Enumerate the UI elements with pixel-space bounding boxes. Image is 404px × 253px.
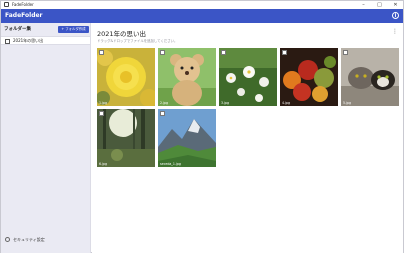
title-bar: FadeFolder – □ ✕ — [1, 1, 403, 9]
image-tile[interactable]: 3.jpg — [219, 48, 277, 106]
image-tile[interactable]: 4.jpg — [280, 48, 338, 106]
security-settings-label: セキュリティ設定 — [13, 237, 45, 242]
select-checkbox[interactable] — [160, 111, 165, 116]
image-filename: 1.jpg — [99, 101, 107, 105]
image-thumbnail — [97, 48, 155, 106]
image-filename: seceda_1.jpg — [160, 162, 181, 166]
image-filename: 2.jpg — [160, 101, 168, 105]
sidebar: フォルダー集 + フォルダ作成 2021年の思い出 セキュリティ設定 — [1, 23, 91, 253]
image-tile[interactable]: seceda_1.jpg — [158, 109, 216, 167]
select-checkbox[interactable] — [282, 50, 287, 55]
image-thumbnail — [97, 109, 155, 167]
image-tile[interactable]: 6.jpg — [97, 109, 155, 167]
sidebar-item-label: 2021年の思い出 — [13, 38, 44, 43]
sidebar-header: フォルダー集 + フォルダ作成 — [1, 23, 91, 36]
select-checkbox[interactable] — [160, 50, 165, 55]
page-title: 2021年の思い出 — [97, 30, 147, 38]
select-checkbox[interactable] — [343, 50, 348, 55]
image-tile[interactable]: 5.jpg — [341, 48, 399, 106]
maximize-button[interactable]: □ — [372, 1, 387, 9]
app-icon — [4, 2, 9, 7]
select-checkbox[interactable] — [99, 50, 104, 55]
sidebar-item-folder[interactable]: 2021年の思い出 — [1, 36, 90, 45]
image-thumbnail — [341, 48, 399, 106]
security-settings-link[interactable]: セキュリティ設定 — [1, 235, 90, 245]
image-filename: 5.jpg — [343, 101, 351, 105]
image-filename: 3.jpg — [221, 101, 229, 105]
settings-icon — [5, 237, 10, 242]
app-brand: FadeFolder — [5, 12, 43, 19]
image-thumbnail — [158, 48, 216, 106]
folder-icon — [5, 39, 10, 44]
minimize-button[interactable]: – — [356, 1, 371, 9]
image-tile[interactable]: 1.jpg — [97, 48, 155, 106]
app-header: FadeFolder i — [1, 9, 403, 23]
sidebar-title: フォルダー集 — [4, 27, 31, 32]
image-thumbnail — [280, 48, 338, 106]
main-panel: 2021年の思い出 ドラッグ&ドロップでファイルを追加してください。 ⋮ 1.j… — [92, 23, 403, 253]
add-folder-button[interactable]: + フォルダ作成 — [58, 26, 89, 33]
page-subtitle: ドラッグ&ドロップでファイルを追加してください。 — [97, 39, 178, 43]
select-checkbox[interactable] — [99, 111, 104, 116]
image-thumbnail — [158, 109, 216, 167]
more-options-icon[interactable]: ⋮ — [392, 28, 398, 35]
image-filename: 6.jpg — [99, 162, 107, 166]
select-checkbox[interactable] — [221, 50, 226, 55]
app-window: FadeFolder – □ ✕ FadeFolder i フォルダー集 + フ… — [0, 0, 404, 253]
info-icon[interactable]: i — [392, 12, 399, 19]
image-thumbnail — [219, 48, 277, 106]
image-filename: 4.jpg — [282, 101, 290, 105]
close-button[interactable]: ✕ — [388, 1, 403, 9]
window-title: FadeFolder — [12, 2, 34, 7]
image-tile[interactable]: 2.jpg — [158, 48, 216, 106]
